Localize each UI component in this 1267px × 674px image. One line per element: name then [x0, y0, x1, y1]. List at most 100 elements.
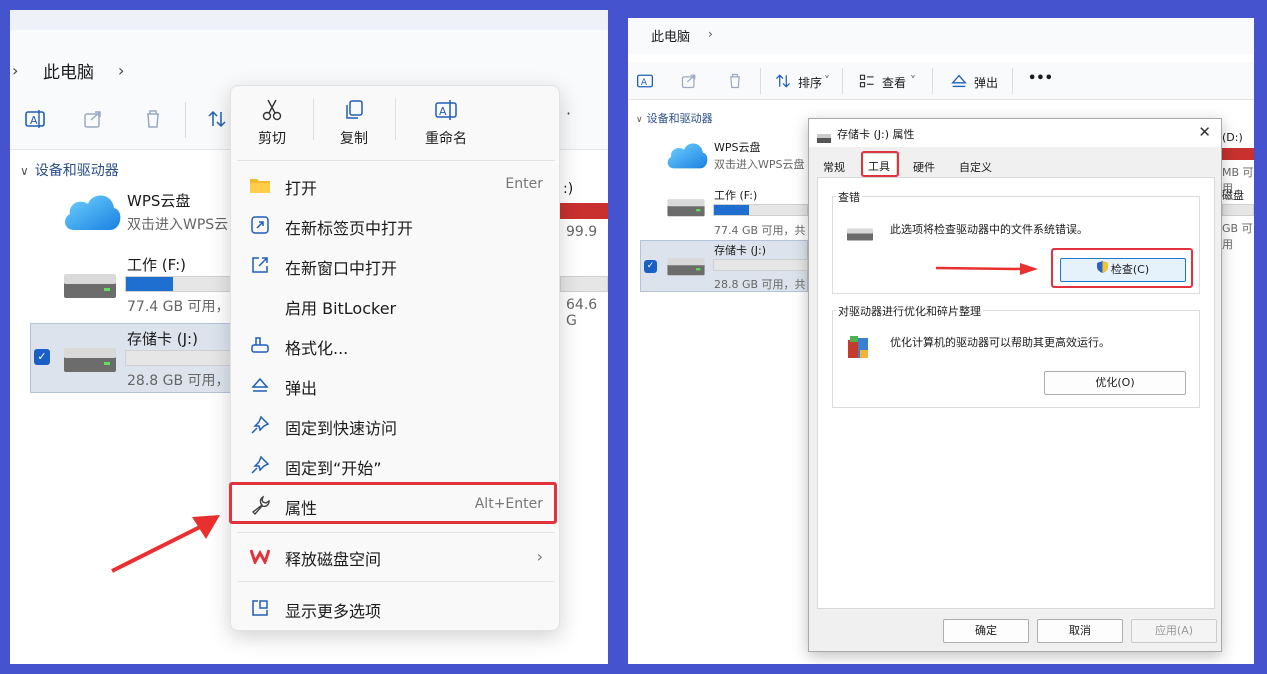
drive-name[interactable]: 存储卡 (J:) [714, 242, 766, 258]
menu-item-label: 在新标签页中打开 [285, 219, 414, 238]
tab-hardware[interactable]: 硬件 [907, 155, 941, 177]
tab-customize[interactable]: 自定义 [953, 155, 998, 177]
svg-text:A: A [30, 114, 38, 127]
drive-usage-bar [560, 276, 608, 292]
sort-icon[interactable] [204, 106, 230, 132]
group-title: 查错 [836, 189, 862, 205]
menu-item-open[interactable]: 打开 Enter [235, 166, 557, 204]
drive-name[interactable]: WPS云盘 [127, 190, 190, 211]
context-menu-quick-actions: 剪切 复制 A 重命名 [231, 86, 559, 160]
toolbar-separator [760, 68, 761, 94]
address-bar[interactable]: › 此电脑 › [10, 30, 608, 88]
breadcrumb-this-pc[interactable]: 此电脑 [43, 58, 94, 83]
share-icon[interactable] [80, 106, 106, 132]
hard-drive-icon [666, 255, 706, 281]
delete-icon[interactable] [140, 106, 166, 132]
optimize-button[interactable]: 优化(O) [1044, 371, 1186, 395]
drive-name[interactable]: WPS云盘 [714, 139, 761, 155]
folder-icon [249, 175, 271, 195]
hard-drive-icon [62, 344, 118, 378]
menu-item-label: 弹出 [285, 379, 318, 398]
drive-name[interactable]: 工作 (F:) [127, 254, 186, 275]
partial-drive-sub: 99.9 [566, 224, 598, 240]
optimize-description: 优化计算机的驱动器可以帮助其更高效运行。 [890, 336, 1110, 349]
checkbox-checked-icon[interactable]: ✓ [644, 260, 657, 273]
dialog-title-bar[interactable]: 存储卡 (J:) 属性 ✕ [809, 119, 1221, 147]
group-label: 设备和驱动器 [646, 112, 713, 125]
command-bar: A 排序 ˅ 查看 ˅ 弹出 ••• [628, 62, 1254, 100]
view-button[interactable]: 查看 [882, 74, 906, 91]
menu-item-label: 格式化... [285, 339, 349, 358]
check-description: 此选项将检查驱动器中的文件系统错误。 [890, 223, 1088, 236]
address-bar[interactable]: 此电脑 › [628, 18, 1254, 54]
chevron-down-icon[interactable]: ∨ [636, 115, 643, 125]
drive-subtitle: 28.8 GB 可用，共 [714, 278, 806, 291]
eject-button[interactable]: 弹出 [974, 74, 998, 91]
highlight-box [1051, 248, 1193, 288]
sort-button[interactable]: 排序 [798, 74, 822, 91]
sort-icon[interactable] [770, 68, 796, 94]
drive-subtitle: 77.4 GB 可用，共 [714, 224, 806, 237]
open-new-tab-icon [249, 215, 271, 235]
highlight-box [229, 482, 557, 524]
drive-subtitle: 28.8 GB 可用， [127, 373, 230, 389]
view-icon[interactable] [854, 68, 880, 94]
format-drive-icon [249, 335, 271, 355]
open-new-window-icon [249, 255, 271, 275]
menu-item-open-new-window[interactable]: 在新窗口中打开 [235, 246, 557, 284]
more-icon[interactable]: ••• [1028, 71, 1053, 86]
chevron-right-icon[interactable]: › [118, 61, 124, 80]
left-explorer-panel: › 此电脑 › A · ∨ 设备和驱动器 WPS云盘 双击进入WPS云 工作 (F… [10, 10, 608, 664]
quick-action-separator [395, 98, 396, 140]
breadcrumb-this-pc[interactable]: 此电脑 [651, 26, 690, 45]
chevron-right-icon[interactable]: › [708, 27, 713, 41]
rename-label: 重命名 [425, 131, 467, 147]
pin-icon [249, 455, 271, 475]
menu-item-pin-start[interactable]: 固定到“开始” [235, 446, 557, 484]
menu-item-eject[interactable]: 弹出 [235, 366, 557, 404]
checkbox-checked-icon[interactable]: ✓ [34, 349, 50, 365]
close-icon[interactable]: ✕ [1198, 123, 1211, 141]
menu-item-pin-quick-access[interactable]: 固定到快速访问 [235, 406, 557, 444]
menu-divider [237, 581, 555, 582]
cut-button[interactable]: 剪切 [237, 96, 307, 154]
group-header-devices[interactable]: ∨ 设备和驱动器 [20, 160, 119, 180]
menu-item-label: 启用 BitLocker [285, 299, 397, 318]
defrag-icon [846, 334, 872, 364]
chevron-down-icon[interactable]: ˅ [910, 74, 916, 88]
menu-item-bitlocker[interactable]: 启用 BitLocker [235, 286, 557, 324]
share-icon[interactable] [676, 68, 702, 94]
cut-label: 剪切 [258, 131, 286, 147]
partial-drive-label: (D:) [1222, 131, 1243, 144]
drive-subtitle: 77.4 GB 可用， [127, 299, 230, 315]
apply-button[interactable]: 应用(A) [1131, 619, 1217, 643]
copy-icon [319, 96, 389, 124]
dialog-title: 存储卡 (J:) 属性 [837, 128, 915, 141]
tab-general[interactable]: 常规 [817, 155, 851, 177]
partial-drive-sub: 64.6 G [566, 297, 598, 329]
menu-divider [237, 160, 555, 161]
drive-name[interactable]: 工作 (F:) [714, 187, 757, 203]
menu-item-more-options[interactable]: 显示更多选项 [235, 589, 557, 627]
red-arrow-annotation [111, 515, 220, 573]
chevron-right-icon[interactable]: › [12, 61, 18, 80]
eject-icon[interactable] [946, 68, 972, 94]
rename-button[interactable]: A 重命名 [401, 96, 491, 154]
menu-item-open-new-tab[interactable]: 在新标签页中打开 [235, 206, 557, 244]
group-header-devices[interactable]: ∨ 设备和驱动器 [636, 110, 713, 126]
cancel-button[interactable]: 取消 [1037, 619, 1123, 643]
delete-icon[interactable] [722, 68, 748, 94]
svg-text:A: A [439, 105, 447, 118]
chevron-down-icon[interactable]: ∨ [20, 164, 29, 178]
ok-button[interactable]: 确定 [943, 619, 1029, 643]
drive-usage-bar [125, 350, 240, 366]
copy-button[interactable]: 复制 [319, 96, 389, 154]
rename-icon[interactable]: A [632, 68, 658, 94]
drive-name[interactable]: 存储卡 (J:) [127, 328, 198, 349]
drive-usage-bar-full [1222, 148, 1254, 160]
menu-item-format[interactable]: 格式化... [235, 326, 557, 364]
more-icon[interactable]: · [566, 104, 571, 123]
menu-item-free-disk-space[interactable]: 释放磁盘空间 › [235, 537, 557, 575]
chevron-down-icon[interactable]: ˅ [824, 74, 830, 88]
rename-icon[interactable]: A [22, 106, 48, 132]
